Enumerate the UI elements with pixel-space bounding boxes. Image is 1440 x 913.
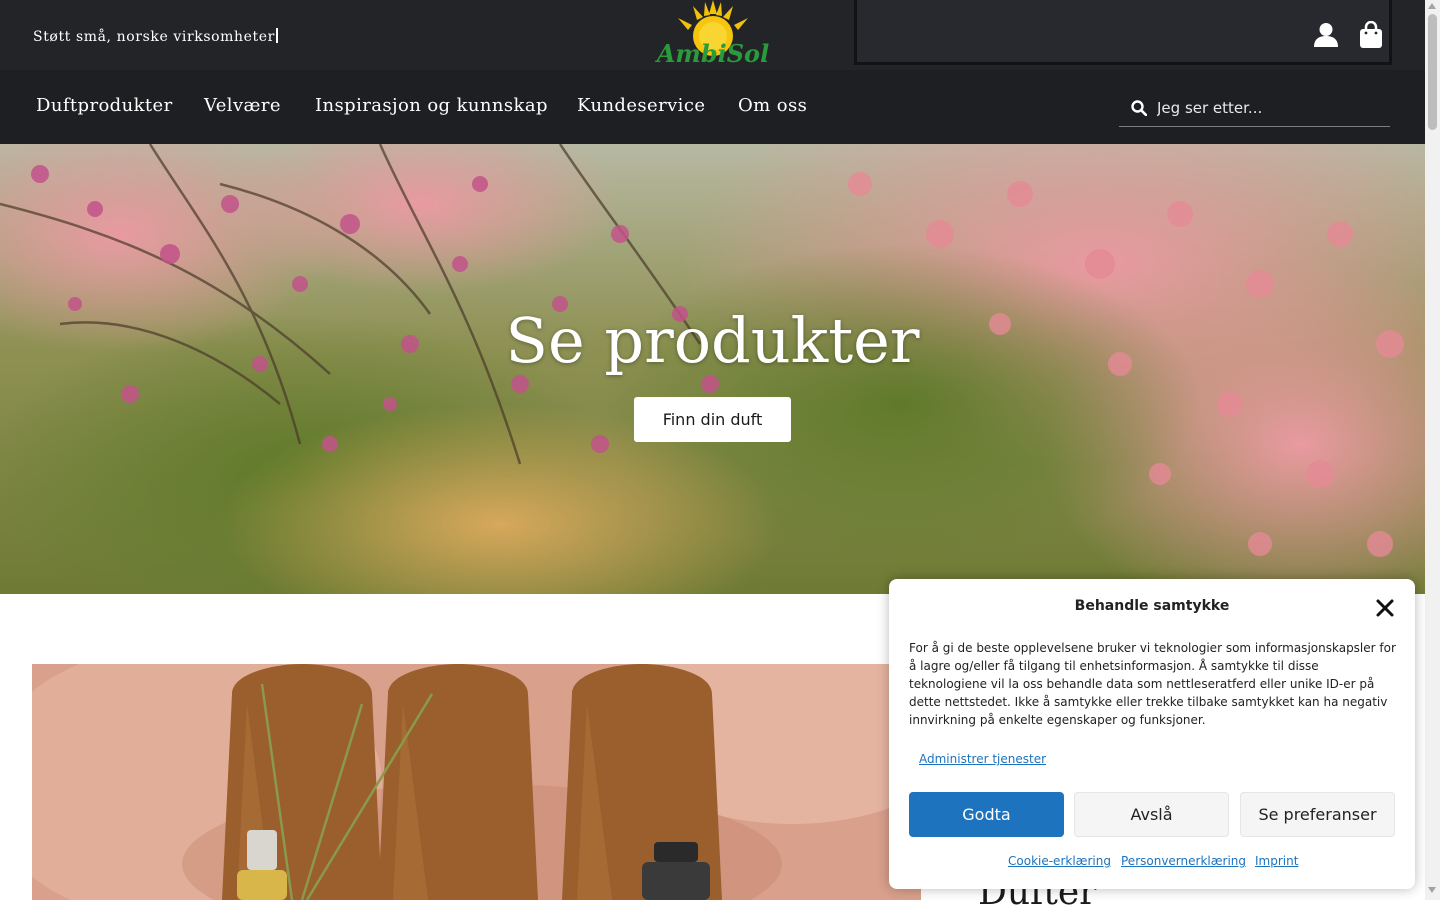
accept-button[interactable]: Godta [909,792,1064,837]
tagline-text: Støtt små, norske virksomheter [33,29,275,45]
nav-item-om-oss[interactable]: Om oss [738,95,807,116]
consent-title: Behandle samtykke [1074,598,1230,614]
product-image [32,664,921,900]
product-photo [32,664,921,900]
logo-graphic: AmbiSol [655,0,769,68]
consent-message: For å gi de beste opplevelsene bruker vi… [909,641,1396,727]
search-input[interactable] [1157,95,1382,121]
deny-button[interactable]: Avslå [1074,792,1229,837]
search-box [1119,91,1390,127]
hero-title: Se produkter [505,304,920,377]
scrollbar-thumb[interactable] [1428,14,1437,130]
scroll-down-arrow-icon[interactable] [1428,887,1436,893]
user-account-icon[interactable] [1313,22,1339,48]
hero-banner: Se produkter Finn din duft [0,144,1425,594]
header-widget-area [854,0,1392,65]
shopping-bag-icon[interactable] [1359,20,1383,49]
nav-item-kundeservice[interactable]: Kundeservice [577,95,705,116]
cookie-policy-link[interactable]: Cookie-erklæring [1008,854,1111,868]
manage-services-link[interactable]: Administrer tjenester [919,752,1046,766]
page-scrollbar[interactable] [1425,0,1440,900]
tagline: Støtt små, norske virksomheter [33,28,278,45]
privacy-policy-link[interactable]: Personvernerklæring [1121,854,1246,868]
site-logo[interactable]: AmbiSol [648,0,778,68]
view-preferences-button[interactable]: Se preferanser [1240,792,1395,837]
nav-item-velvaere[interactable]: Velvære [204,95,281,116]
svg-text:AmbiSol: AmbiSol [655,39,769,66]
close-icon[interactable] [1375,598,1395,618]
cookie-consent-dialog: Behandle samtykke For å gi de beste oppl… [889,579,1415,889]
nav-item-inspirasjon[interactable]: Inspirasjon og kunnskap [315,95,548,116]
imprint-link[interactable]: Imprint [1255,854,1298,868]
top-bar: Støtt små, norske virksomheter AmbiSol [0,0,1425,70]
find-scent-button[interactable]: Finn din duft [634,397,791,442]
nav-item-duftprodukter[interactable]: Duftprodukter [36,95,173,116]
scroll-up-arrow-icon[interactable] [1428,3,1436,9]
text-caret [275,28,278,43]
main-navigation: Duftprodukter Velvære Inspirasjon og kun… [0,70,1425,144]
search-icon[interactable] [1131,100,1147,116]
